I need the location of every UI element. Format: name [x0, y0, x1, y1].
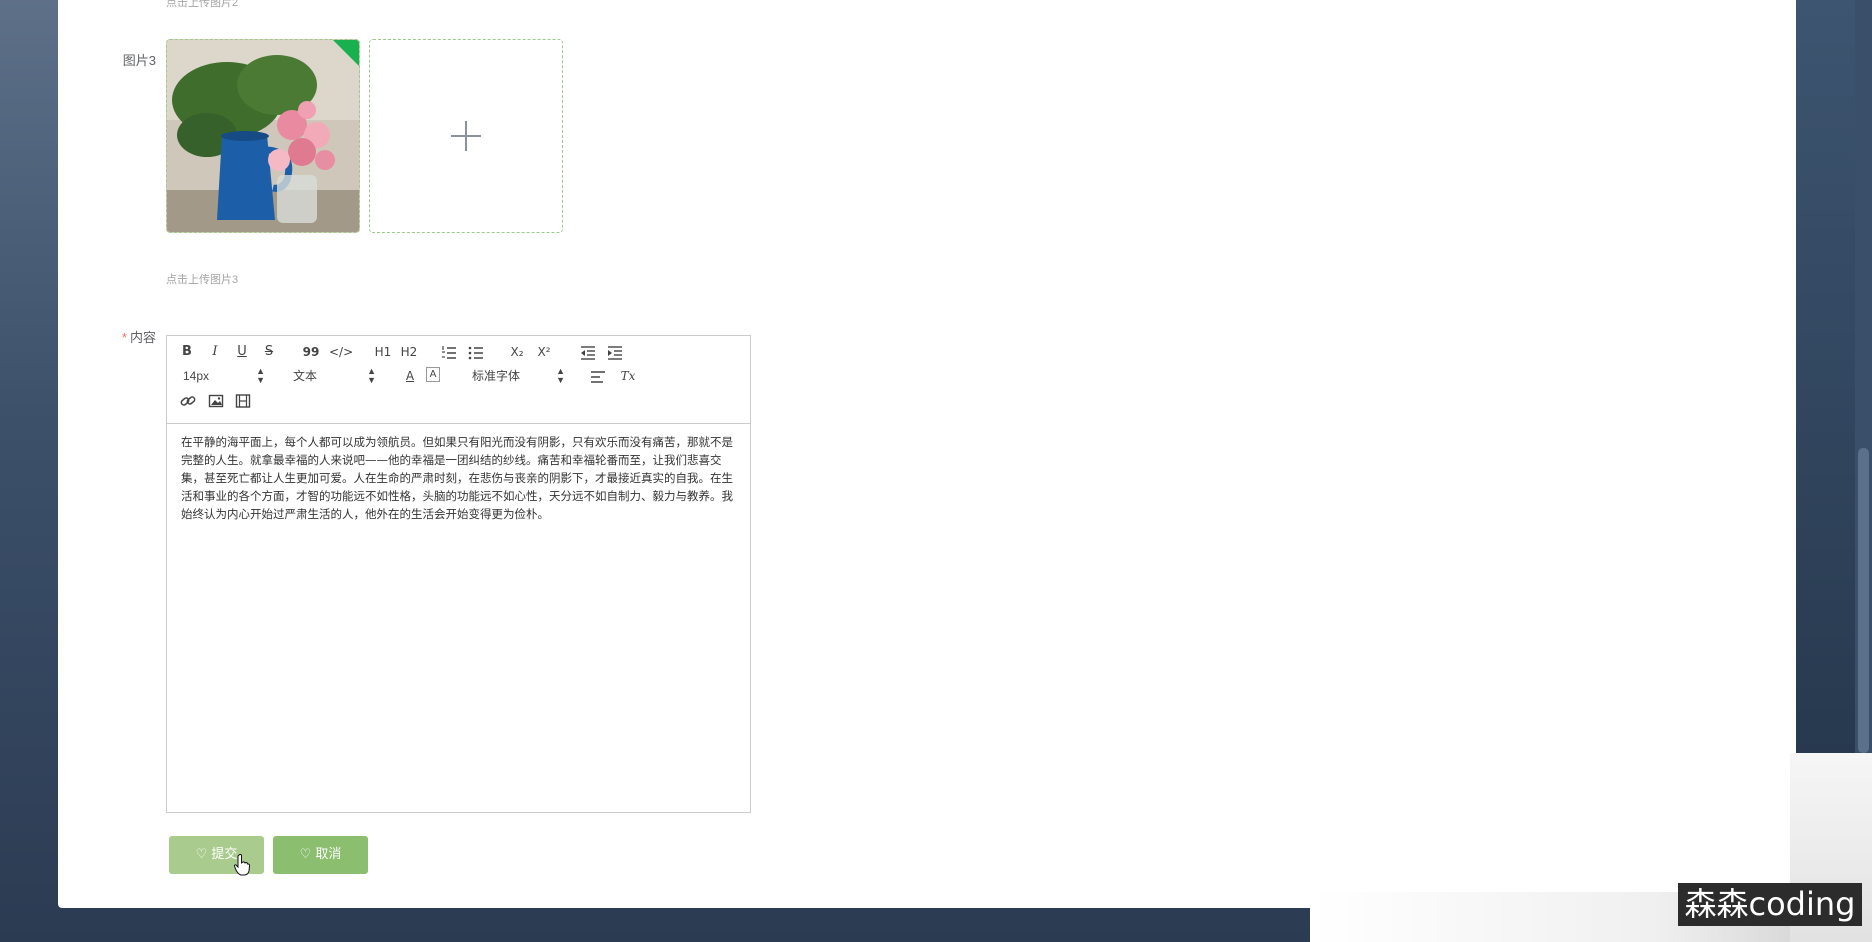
rich-text-editor[interactable]: B I U S 99 </> H1 H2 X₂ X² 14px ▲ ▼ 文本 ▲… [166, 335, 751, 813]
link-icon[interactable] [180, 392, 196, 410]
image-icon[interactable] [208, 392, 224, 410]
cursor-hand-icon [234, 854, 250, 876]
bold-button[interactable]: B [180, 343, 194, 361]
select-arrows-icon: ▲ ▼ [256, 366, 265, 385]
plus-icon [451, 121, 481, 151]
cancel-label: 取消 [315, 847, 342, 862]
subscript-button[interactable]: X₂ [507, 343, 527, 361]
bullet-list-icon[interactable] [468, 344, 484, 362]
header-value: 文本 [293, 369, 318, 383]
editor-content[interactable]: 在平静的海平面上，每个人都可以成为领航员。但如果只有阳光而没有阴影，只有欢乐而没… [181, 433, 734, 523]
select-arrows-icon: ▲ ▼ [367, 366, 376, 385]
select-arrows-icon: ▲ ▼ [556, 366, 565, 385]
content-label-text: 内容 [129, 330, 156, 345]
cancel-button[interactable]: ♡ 取消 [273, 836, 368, 874]
watermark: 森森coding [1678, 883, 1862, 926]
upload3-hint: 点击上传图片3 [166, 274, 239, 286]
font-size-select[interactable]: 14px ▲ ▼ [183, 367, 265, 385]
font-color-button[interactable]: A [403, 367, 417, 385]
upload3-label: 图片3 [122, 53, 156, 68]
page-scrollbar-thumb[interactable] [1858, 448, 1869, 753]
italic-button[interactable]: I [208, 343, 222, 361]
align-left-icon[interactable] [590, 368, 606, 386]
clean-format-button[interactable]: Tx [619, 367, 637, 385]
header2-button[interactable]: H2 [398, 343, 420, 361]
image-upload-button[interactable] [369, 39, 563, 233]
required-mark: * [121, 330, 127, 345]
outdent-icon[interactable] [580, 344, 596, 362]
superscript-button[interactable]: X² [534, 343, 554, 361]
editor-toolbar: B I U S 99 </> H1 H2 X₂ X² 14px ▲ ▼ 文本 ▲… [167, 336, 750, 424]
uploaded-image-preview[interactable] [166, 39, 360, 233]
background-color-button[interactable]: A [426, 367, 440, 382]
content-label: * 内容 [94, 327, 156, 346]
header-select[interactable]: 文本 ▲ ▼ [293, 367, 376, 385]
ordered-list-icon[interactable] [441, 344, 457, 362]
font-family-value: 标准字体 [472, 369, 521, 383]
heart-icon: ♡ [299, 847, 312, 862]
font-size-value: 14px [183, 369, 210, 383]
upload2-hint: 点击上传图片2 [166, 0, 239, 9]
code-block-button[interactable]: </> [329, 343, 353, 361]
font-family-select[interactable]: 标准字体 ▲ ▼ [472, 367, 565, 385]
blockquote-button[interactable]: 99 [302, 343, 320, 361]
header1-button[interactable]: H1 [372, 343, 394, 361]
indent-icon[interactable] [607, 344, 623, 362]
video-icon[interactable] [235, 392, 251, 410]
flower-vase-image [167, 40, 359, 232]
success-corner-badge [332, 40, 359, 67]
strike-button[interactable]: S [262, 343, 276, 361]
heart-icon: ♡ [195, 847, 208, 862]
underline-button[interactable]: U [235, 343, 249, 361]
